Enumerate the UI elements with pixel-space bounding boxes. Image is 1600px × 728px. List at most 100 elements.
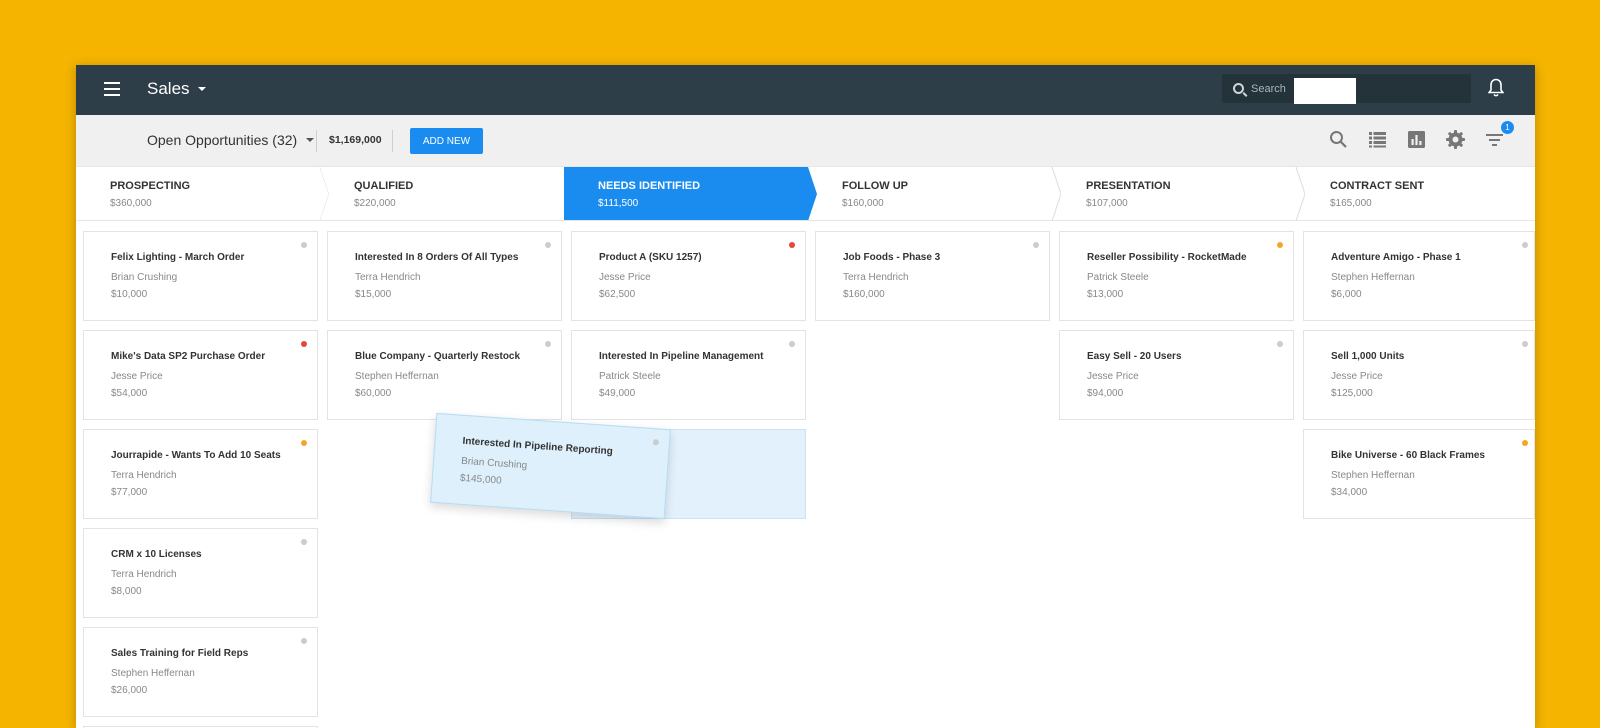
card-owner: Terra Hendrich: [355, 272, 421, 283]
priority-dot: [545, 242, 551, 248]
opportunity-card[interactable]: Sell 1,000 Units Jesse Price $125,000: [1303, 330, 1535, 420]
card-amount: $145,000: [459, 472, 502, 487]
opportunity-card[interactable]: Blue Company - Quarterly Restock Stephen…: [327, 330, 562, 420]
opportunity-card[interactable]: Job Foods - Phase 3 Terra Hendrich $160,…: [815, 231, 1050, 321]
list-view-icon[interactable]: [1367, 129, 1388, 150]
card-title: Blue Company - Quarterly Restock: [355, 351, 521, 362]
opportunity-card[interactable]: Jourrapide - Wants To Add 10 Seats Terra…: [83, 429, 318, 519]
priority-dot: [789, 341, 795, 347]
stage-name: FOLLOW UP: [842, 180, 908, 192]
search-box[interactable]: Search: [1222, 74, 1471, 104]
card-owner: Patrick Steele: [599, 371, 661, 382]
card-owner: Stephen Heffernan: [355, 371, 439, 382]
stage-contract-sent[interactable]: CONTRACT SENT $165,000: [1296, 167, 1535, 221]
card-title: Interested In Pipeline Management: [599, 351, 764, 362]
card-owner: Patrick Steele: [1087, 272, 1149, 283]
card-owner: Jesse Price: [599, 272, 651, 283]
priority-dot: [301, 638, 307, 644]
opportunity-card[interactable]: Easy Sell - 20 Users Jesse Price $94,000: [1059, 330, 1294, 420]
stage-name: CONTRACT SENT: [1330, 180, 1425, 192]
opportunity-card[interactable]: Sales Training for Field Reps Stephen He…: [83, 627, 318, 717]
menu-icon[interactable]: [104, 82, 120, 96]
opportunity-card[interactable]: Interested In 8 Orders Of All Types Terr…: [327, 231, 562, 321]
card-amount: $125,000: [1331, 388, 1373, 399]
app-window: Sales Search Open Opportunities (32) $1,…: [76, 65, 1535, 728]
stage-name: PRESENTATION: [1086, 180, 1171, 192]
view-label: Open Opportunities (32): [147, 132, 298, 148]
card-title: Mike's Data SP2 Purchase Order: [111, 351, 266, 362]
card-title: Reseller Possibility - RocketMade: [1087, 252, 1247, 263]
card-owner: Jesse Price: [111, 371, 163, 382]
priority-dot: [1522, 341, 1528, 347]
view-selector[interactable]: Open Opportunities (32): [147, 132, 315, 148]
dragging-card[interactable]: Interested In Pipeline Reporting Brian C…: [430, 412, 671, 520]
card-title: Jourrapide - Wants To Add 10 Seats: [111, 450, 281, 461]
opportunity-card[interactable]: Interested In Pipeline Management Patric…: [571, 330, 806, 420]
app-switcher[interactable]: Sales: [147, 79, 206, 99]
card-title: Job Foods - Phase 3: [843, 252, 941, 263]
stage-name: QUALIFIED: [354, 180, 414, 192]
stage-qualified[interactable]: QUALIFIED $220,000: [320, 167, 574, 221]
opportunity-card[interactable]: Felix Lighting - March Order Brian Crush…: [83, 231, 318, 321]
card-amount: $49,000: [599, 388, 636, 399]
card-title: Product A (SKU 1257): [599, 252, 702, 263]
card-title: Felix Lighting - March Order: [111, 252, 245, 263]
gear-icon[interactable]: [1445, 129, 1466, 150]
opportunity-card[interactable]: Bike Universe - 60 Black Frames Stephen …: [1303, 429, 1535, 519]
opportunity-card[interactable]: CRM x 10 Licenses Terra Hendrich $8,000: [83, 528, 318, 618]
card-amount: $54,000: [111, 388, 148, 399]
opportunity-card[interactable]: Product A (SKU 1257) Jesse Price $62,500: [571, 231, 806, 321]
opportunity-card[interactable]: Mike's Data SP2 Purchase Order Jesse Pri…: [83, 330, 318, 420]
priority-dot: [301, 242, 307, 248]
card-amount: $15,000: [355, 289, 392, 300]
top-bar: Sales Search: [76, 65, 1535, 115]
chevron-down-icon: [306, 138, 315, 142]
card-title: Interested In Pipeline Reporting: [462, 435, 614, 458]
opportunity-card[interactable]: Adventure Amigo - Phase 1 Stephen Heffer…: [1303, 231, 1535, 321]
card-title: Interested In 8 Orders Of All Types: [355, 252, 519, 263]
pipeline-total: $1,169,000: [329, 134, 382, 146]
card-amount: $8,000: [111, 586, 142, 597]
priority-dot: [1277, 341, 1283, 347]
stage-arrow: [76, 167, 330, 221]
priority-dot: [652, 439, 660, 446]
stage-name: PROSPECTING: [110, 180, 191, 192]
card-title: Adventure Amigo - Phase 1: [1331, 252, 1461, 263]
toolbar-actions: 1: [1328, 121, 1514, 150]
stage-presentation[interactable]: PRESENTATION $107,000: [1052, 167, 1306, 221]
search-placeholder: Search: [1251, 82, 1286, 95]
card-amount: $77,000: [111, 487, 148, 498]
card-owner: Jesse Price: [1087, 371, 1139, 382]
search-icon[interactable]: [1328, 129, 1349, 150]
opportunity-card[interactable]: Reseller Possibility - RocketMade Patric…: [1059, 231, 1294, 321]
add-new-button[interactable]: ADD NEW: [410, 128, 483, 154]
card-owner: Terra Hendrich: [111, 470, 177, 481]
card-amount: $6,000: [1331, 289, 1362, 300]
card-amount: $160,000: [843, 289, 885, 300]
card-amount: $10,000: [111, 289, 148, 300]
stage-follow-up[interactable]: FOLLOW UP $160,000: [808, 167, 1062, 221]
pipeline-stages: PROSPECTING $360,000 QUALIFIED $220,000 …: [76, 167, 1535, 221]
chart-icon[interactable]: [1406, 129, 1427, 150]
stage-total: $360,000: [110, 198, 152, 209]
stage-arrow: [1305, 167, 1535, 221]
card-amount: $34,000: [1331, 487, 1368, 498]
stage-arrow: [817, 167, 1062, 221]
filter-button[interactable]: 1: [1484, 121, 1514, 150]
search-input[interactable]: [1294, 78, 1356, 104]
priority-dot: [545, 341, 551, 347]
stage-needs-identified[interactable]: NEEDS IDENTIFIED $111,500: [564, 167, 817, 221]
card-owner: Stephen Heffernan: [111, 668, 195, 679]
card-owner: Terra Hendrich: [111, 569, 177, 580]
priority-dot: [1033, 242, 1039, 248]
divider: [392, 130, 393, 152]
filter-count-badge: 1: [1501, 121, 1514, 134]
app-title: Sales: [147, 79, 190, 98]
stage-arrow: [564, 167, 817, 221]
card-amount: $62,500: [599, 289, 636, 300]
stage-prospecting[interactable]: PROSPECTING $360,000: [76, 167, 330, 221]
priority-dot: [1522, 242, 1528, 248]
priority-dot: [1522, 440, 1528, 446]
bell-icon[interactable]: [1488, 78, 1504, 98]
card-title: Bike Universe - 60 Black Frames: [1331, 450, 1485, 461]
